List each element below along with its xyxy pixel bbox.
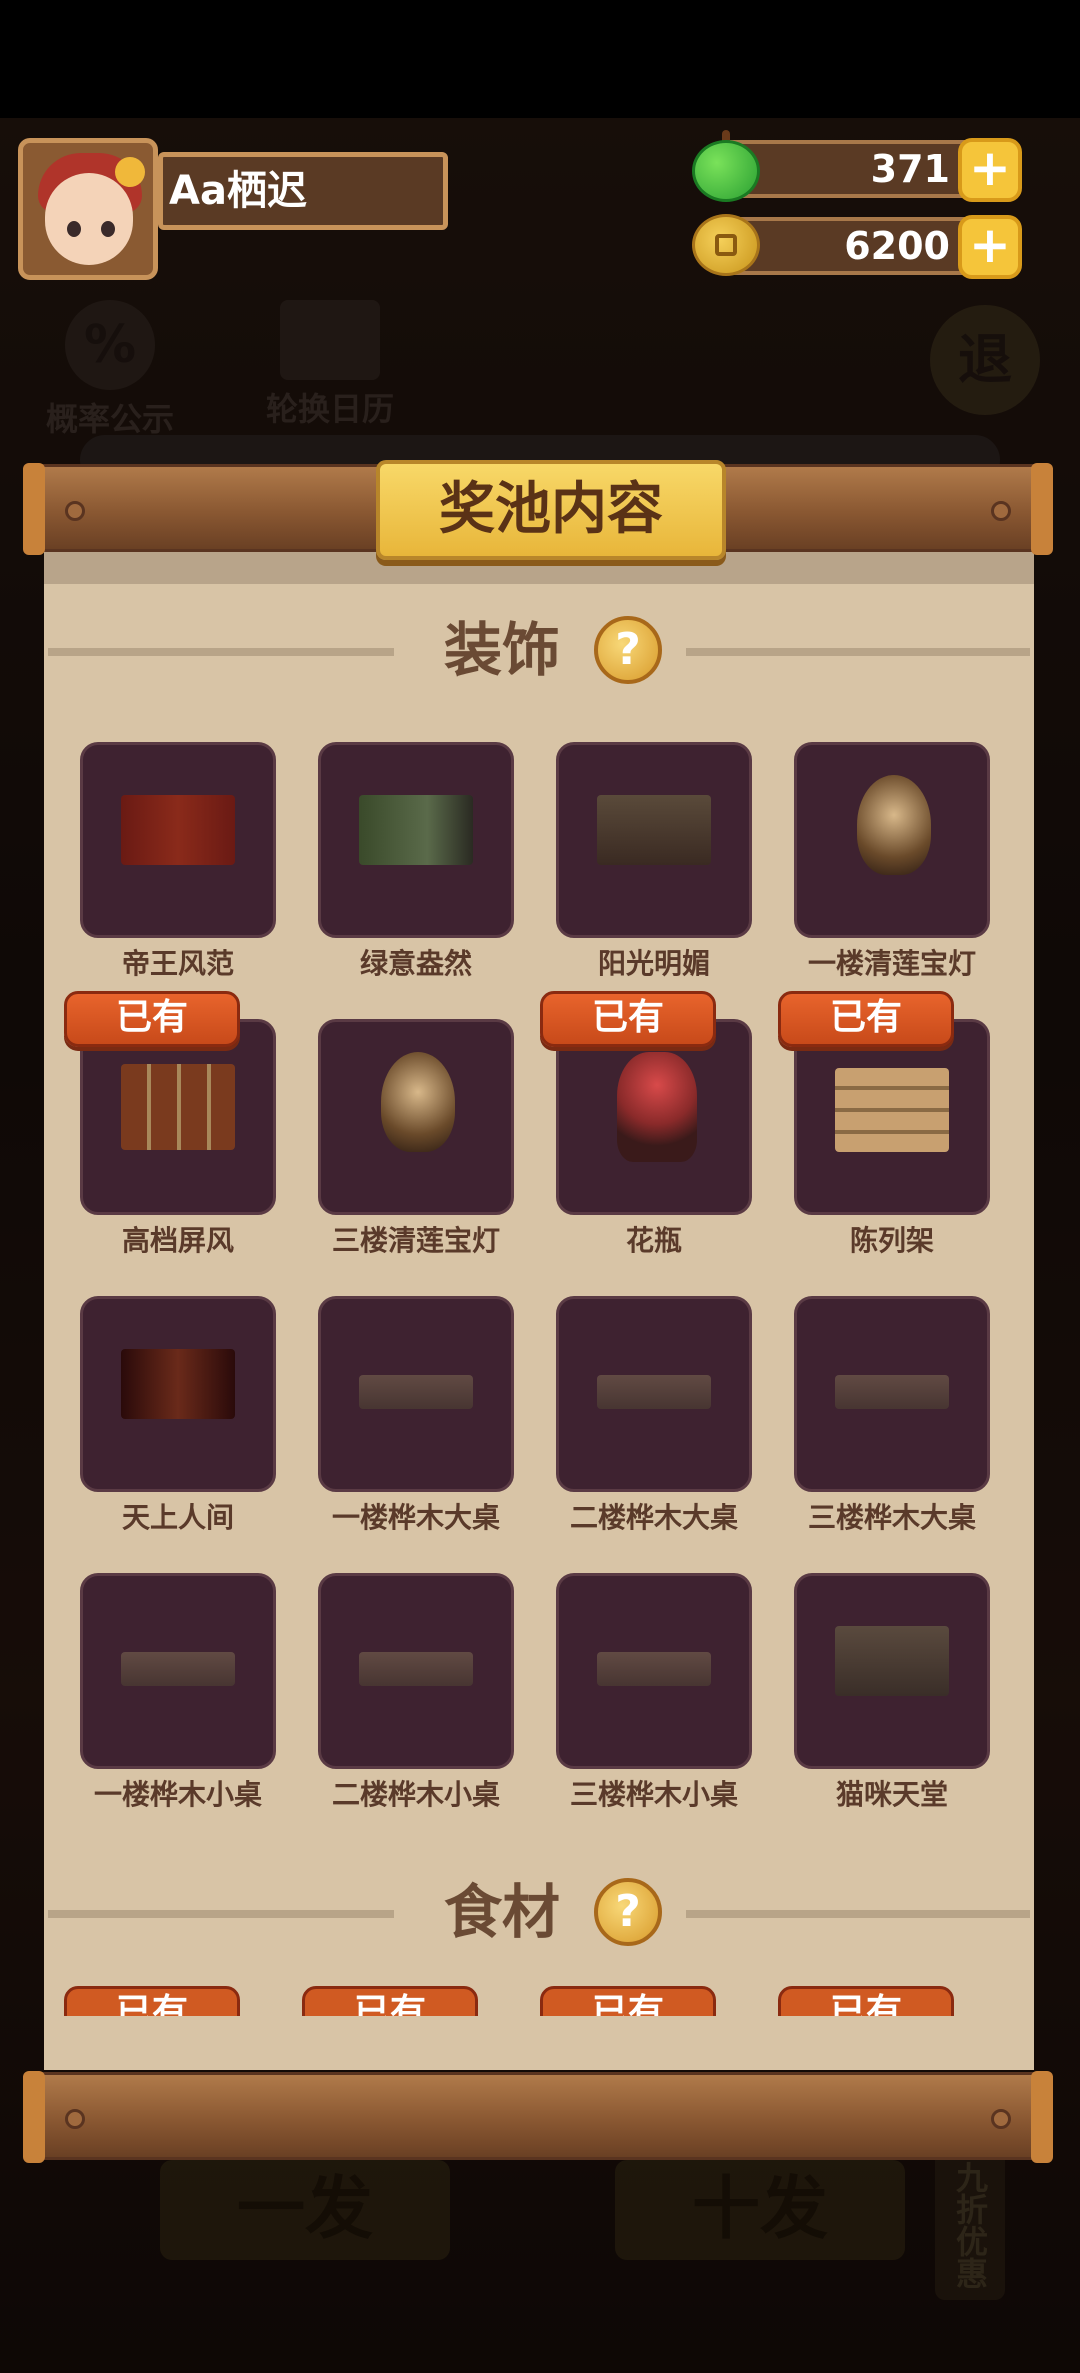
birch-table-icon: [359, 1375, 473, 1409]
panel-title: 奖池内容: [376, 460, 726, 560]
reward-tile[interactable]: [794, 742, 990, 938]
owned-badge: 已有: [302, 1986, 478, 2016]
lotus-lamp-icon: [381, 1052, 455, 1152]
ingredient-row-partial: 已有 已有 已有 已有: [44, 1986, 1034, 2016]
reward-item[interactable]: 帝王风范: [80, 742, 280, 1002]
display-shelf-icon: [835, 1068, 949, 1152]
help-icon[interactable]: ?: [594, 1878, 662, 1946]
reward-name: 绿意盎然: [359, 947, 472, 980]
birch-table-icon: [359, 1652, 473, 1686]
red-curtain-room-icon: [121, 795, 235, 865]
reward-name: 花瓶: [625, 1224, 682, 1257]
reward-tile[interactable]: [80, 1573, 276, 1769]
reward-tile[interactable]: [556, 742, 752, 938]
owned-badge: 已有: [64, 991, 240, 1047]
owned-badge: 已有: [540, 1986, 716, 2016]
birch-table-icon: [597, 1652, 711, 1686]
reward-item[interactable]: 陈列架 已有: [778, 991, 994, 1279]
owned-badge: 已有: [778, 991, 954, 1047]
reward-item[interactable]: 天上人间: [80, 1296, 280, 1556]
reward-name: 二楼桦木大桌: [569, 1501, 738, 1534]
reward-tile[interactable]: [556, 1019, 752, 1215]
player-name: Aa栖迟: [158, 152, 448, 230]
reward-item[interactable]: 一楼桦木大桌: [318, 1296, 518, 1556]
reward-name: 三楼清莲宝灯: [331, 1224, 500, 1257]
reward-name: 二楼桦木小桌: [331, 1778, 500, 1811]
owned-badge: 已有: [540, 991, 716, 1047]
apple-icon: [692, 140, 760, 202]
lotus-lamp-icon: [857, 775, 931, 875]
reward-item[interactable]: 阳光明媚: [556, 742, 756, 1002]
reward-tile[interactable]: [318, 1296, 514, 1492]
shopfront-icon: [597, 795, 711, 865]
add-apples-button[interactable]: +: [958, 138, 1022, 202]
reward-tile[interactable]: [318, 1019, 514, 1215]
prize-pool-panel: 装饰 ? 帝王风范 绿意盎然 阳光明媚 一楼清莲宝灯 高档屏风 已有 三楼清莲宝灯 花瓶 已有陈…: [44, 552, 1034, 2070]
birch-table-icon: [835, 1375, 949, 1409]
reward-tile[interactable]: [80, 742, 276, 938]
reward-name: 猫咪天堂: [835, 1778, 948, 1811]
apple-value: 371: [870, 147, 950, 191]
reward-item[interactable]: 三楼桦木小桌: [556, 1573, 756, 1833]
reward-name: 陈列架: [849, 1224, 934, 1257]
reward-name: 三楼桦木大桌: [807, 1501, 976, 1534]
reward-name: 高档屏风: [121, 1224, 234, 1257]
coin-value: 6200: [844, 224, 950, 268]
reward-tile[interactable]: [794, 1296, 990, 1492]
add-coins-button[interactable]: +: [958, 215, 1022, 279]
reward-item[interactable]: 绿意盎然: [318, 742, 518, 1002]
reward-item[interactable]: 猫咪天堂: [794, 1573, 994, 1833]
help-icon[interactable]: ?: [594, 616, 662, 684]
reward-name: 三楼桦木小桌: [569, 1778, 738, 1811]
reward-name: 一楼桦木大桌: [331, 1501, 500, 1534]
reward-item[interactable]: 三楼桦木大桌: [794, 1296, 994, 1556]
reward-tile[interactable]: [80, 1296, 276, 1492]
reward-item[interactable]: 花瓶 已有: [540, 991, 756, 1279]
avatar[interactable]: [18, 138, 158, 280]
reward-tile[interactable]: [794, 1019, 990, 1215]
reward-item[interactable]: 二楼桦木大桌: [556, 1296, 756, 1556]
reward-tile[interactable]: [556, 1573, 752, 1769]
reward-name: 天上人间: [121, 1501, 234, 1534]
owned-badge: 已有: [778, 1986, 954, 2016]
reward-item[interactable]: 一楼清莲宝灯: [794, 742, 994, 1002]
green-room-icon: [359, 795, 473, 865]
reward-item[interactable]: 一楼桦木小桌: [80, 1573, 280, 1833]
reward-name: 帝王风范: [121, 947, 234, 980]
reward-name: 阳光明媚: [597, 947, 710, 980]
flower-vase-icon: [617, 1052, 697, 1162]
section-title: 食材: [444, 1878, 561, 1946]
reward-item[interactable]: 三楼清莲宝灯: [318, 1019, 518, 1279]
reward-item[interactable]: 二楼桦木小桌: [318, 1573, 518, 1833]
birch-table-icon: [597, 1375, 711, 1409]
scroll-rod-bottom: [23, 2071, 1053, 2163]
birch-table-icon: [121, 1652, 235, 1686]
dark-red-room-icon: [121, 1349, 235, 1419]
folding-screen-icon: [121, 1064, 235, 1150]
section-header-ingredients: 食材 ?: [44, 1872, 1034, 1952]
crown-icon: [115, 157, 145, 187]
reward-tile[interactable]: [794, 1573, 990, 1769]
reward-item[interactable]: 高档屏风 已有: [64, 991, 280, 1279]
reward-name: 一楼清莲宝灯: [807, 947, 976, 980]
status-bar: [0, 0, 1080, 118]
reward-name: 一楼桦木小桌: [93, 1778, 262, 1811]
section-header-decorations: 装饰 ?: [44, 610, 1034, 690]
reward-tile[interactable]: [556, 1296, 752, 1492]
section-title: 装饰: [444, 616, 561, 684]
reward-tile[interactable]: [318, 742, 514, 938]
owned-badge: 已有: [64, 1986, 240, 2016]
cat-room-icon: [835, 1626, 949, 1696]
reward-tile[interactable]: [318, 1573, 514, 1769]
reward-tile[interactable]: [80, 1019, 276, 1215]
